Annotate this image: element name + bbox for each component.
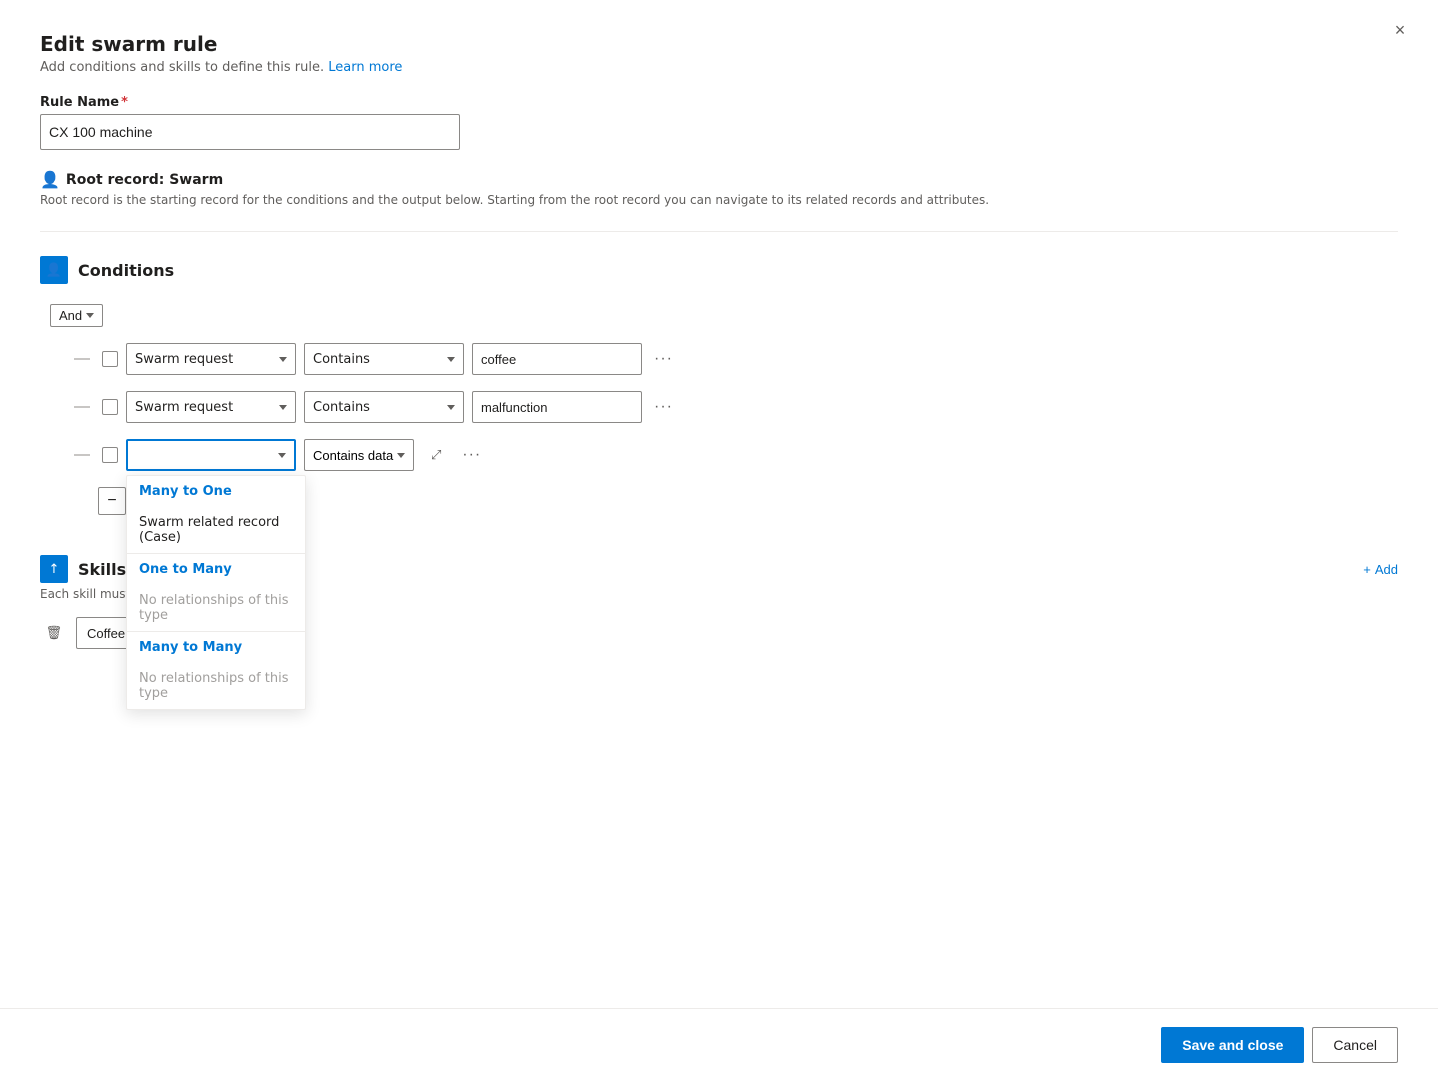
add-skill-button[interactable]: + Add [1363,562,1398,577]
condition-operator-label-2: Contains [313,400,370,415]
close-icon: × [1395,20,1406,41]
save-close-button[interactable]: Save and close [1161,1027,1304,1063]
delete-skill-button[interactable]: 🗑 [40,619,68,647]
trash-icon: 🗑 [46,625,63,641]
root-record-desc: Root record is the starting record for t… [40,193,1398,207]
condition-operator-dropdown-2[interactable]: Contains [304,391,464,423]
root-record-label: Root record: Swarm [66,172,223,188]
skills-title: Skills [78,560,126,579]
expand-button[interactable]: ⤢ [422,441,450,469]
rule-name-label: Rule Name* [40,95,1398,110]
root-record-icon: 👤 [40,170,60,189]
condition-operator-label-1: Contains [313,352,370,367]
condition-more-button-3[interactable]: ··· [458,442,485,468]
condition-field-wrapper-3: Many to One Swarm related record (Case) … [126,439,296,471]
many-to-one-group-label: Many to One [127,476,305,507]
condition-operator-chevron-1 [447,357,455,362]
one-to-many-group-label: One to Many [127,554,305,585]
condition-field-dropdown-1[interactable]: Swarm request [126,343,296,375]
connector-line-3 [74,454,90,456]
condition-row-2: Swarm request Contains ··· [74,391,1398,423]
footer: Save and close Cancel [0,1008,1438,1080]
add-condition-icon: − [107,492,116,510]
conditions-section-header: 👤 Conditions [40,256,1398,284]
conditions-title: Conditions [78,261,174,280]
conditions-icon: 👤 [46,263,62,278]
condition-checkbox-1[interactable] [102,351,118,367]
condition-field-dropdown-3[interactable] [126,439,296,471]
condition-operator-chevron-2 [447,405,455,410]
connector-line-1 [74,358,90,360]
condition-row-1: Swarm request Contains ··· [74,343,1398,375]
condition-field-chevron-2 [279,405,287,410]
add-skill-label: Add [1375,562,1398,577]
ellipsis-icon-2: ··· [654,398,673,415]
and-chevron-icon [86,313,94,318]
condition-more-button-1[interactable]: ··· [650,346,677,372]
modal-container: × Edit swarm rule Add conditions and ski… [0,0,1438,1080]
condition-more-button-2[interactable]: ··· [650,394,677,420]
page-title: Edit swarm rule [40,32,1398,56]
add-skill-plus-icon: + [1363,562,1371,577]
many-to-many-no-rel-item: No relationships of this type [127,663,305,709]
learn-more-link[interactable]: Learn more [328,60,402,75]
condition-field-chevron-1 [279,357,287,362]
condition-field-dropdown-2[interactable]: Swarm request [126,391,296,423]
condition-checkbox-3[interactable] [102,447,118,463]
condition-field-label-2: Swarm request [135,400,233,415]
condition-checkbox-2[interactable] [102,399,118,415]
field-dropdown-popup: Many to One Swarm related record (Case) … [126,475,306,710]
contains-data-button[interactable]: Contains data [304,439,414,471]
add-condition-button[interactable]: − [98,487,126,515]
page-subtitle: Add conditions and skills to define this… [40,60,1398,75]
cancel-button[interactable]: Cancel [1312,1027,1398,1063]
conditions-area: And Swarm request Contains ··· [50,304,1398,515]
contains-data-label: Contains data [313,448,393,463]
swarm-related-case-item[interactable]: Swarm related record (Case) [127,507,305,553]
condition-value-input-2[interactable] [472,391,642,423]
condition-operator-dropdown-1[interactable]: Contains [304,343,464,375]
and-label: And [59,308,82,323]
connector-line-2 [74,406,90,408]
contains-data-chevron [397,453,405,458]
expand-icon: ⤢ [431,447,441,463]
rule-name-field-group: Rule Name* [40,95,1398,150]
section-divider [40,231,1398,232]
one-to-many-no-rel-item: No relationships of this type [127,585,305,631]
many-to-many-group-label: Many to Many [127,632,305,663]
skills-icon: ↑ [49,562,60,577]
skills-icon-box: ↑ [40,555,68,583]
condition-row-3: Many to One Swarm related record (Case) … [74,439,1398,471]
ellipsis-icon-1: ··· [654,350,673,367]
root-record-section: 👤 Root record: Swarm [40,170,1398,189]
condition-field-label-1: Swarm request [135,352,233,367]
and-operator-button[interactable]: And [50,304,103,327]
conditions-icon-box: 👤 [40,256,68,284]
rule-name-input[interactable] [40,114,460,150]
condition-field-chevron-3 [278,453,286,458]
condition-value-input-1[interactable] [472,343,642,375]
ellipsis-icon-3: ··· [462,446,481,463]
close-button[interactable]: × [1386,16,1414,44]
skills-title-group: ↑ Skills [40,555,126,583]
